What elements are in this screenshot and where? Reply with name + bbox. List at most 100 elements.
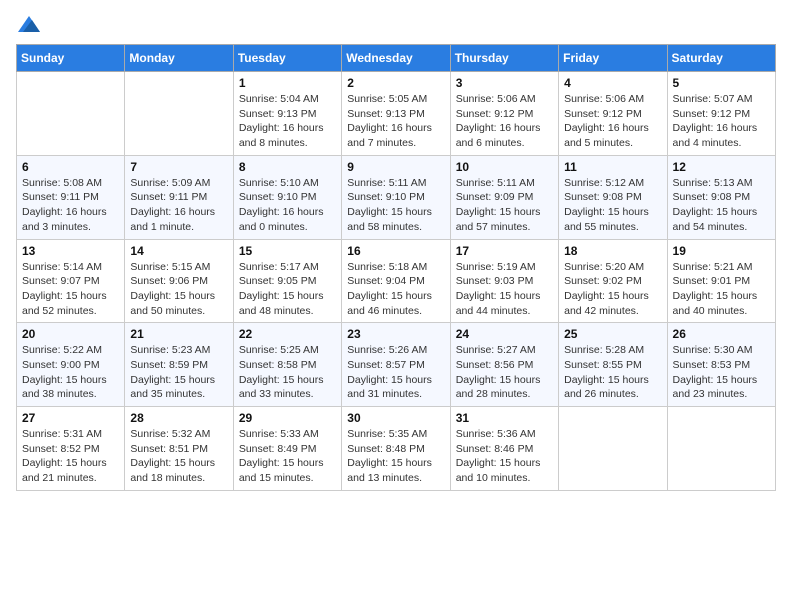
- column-header-saturday: Saturday: [667, 45, 775, 72]
- calendar-week-3: 13 Sunrise: 5:14 AMSunset: 9:07 PMDayligh…: [17, 239, 776, 323]
- day-info: Sunrise: 5:23 AMSunset: 8:59 PMDaylight:…: [130, 343, 227, 402]
- day-number: 16: [347, 244, 444, 258]
- day-number: 15: [239, 244, 336, 258]
- calendar-week-2: 6 Sunrise: 5:08 AMSunset: 9:11 PMDaylight…: [17, 155, 776, 239]
- day-number: 14: [130, 244, 227, 258]
- calendar-cell: 18Sunrise: 5:20 AMSunset: 9:02 PMDayligh…: [559, 239, 667, 323]
- calendar-cell: 16 Sunrise: 5:18 AMSunset: 9:04 PMDayligh…: [342, 239, 450, 323]
- day-info: Sunrise: 5:26 AMSunset: 8:57 PMDaylight:…: [347, 343, 444, 402]
- day-info: Sunrise: 5:30 AMSunset: 8:53 PMDaylight:…: [673, 343, 770, 402]
- calendar-cell: 28 Sunrise: 5:32 AMSunset: 8:51 PMDayligh…: [125, 407, 233, 491]
- day-info: Sunrise: 5:27 AMSunset: 8:56 PMDaylight:…: [456, 343, 553, 402]
- calendar-cell: 21Sunrise: 5:23 AMSunset: 8:59 PMDayligh…: [125, 323, 233, 407]
- column-header-monday: Monday: [125, 45, 233, 72]
- day-number: 27: [22, 411, 119, 425]
- calendar-cell: 10 Sunrise: 5:11 AMSunset: 9:09 PMDayligh…: [450, 155, 558, 239]
- calendar-cell: 4 Sunrise: 5:06 AMSunset: 9:12 PMDaylight…: [559, 72, 667, 156]
- day-info: Sunrise: 5:13 AMSunset: 9:08 PMDaylight:…: [673, 176, 770, 235]
- calendar-cell: [17, 72, 125, 156]
- column-header-friday: Friday: [559, 45, 667, 72]
- day-info: Sunrise: 5:14 AMSunset: 9:07 PMDaylight:…: [22, 260, 119, 319]
- day-info: Sunrise: 5:09 AMSunset: 9:11 PMDaylight:…: [130, 176, 227, 235]
- calendar-cell: 8Sunrise: 5:10 AMSunset: 9:10 PMDaylight…: [233, 155, 341, 239]
- day-info: Sunrise: 5:10 AMSunset: 9:10 PMDaylight:…: [239, 176, 336, 235]
- calendar-cell: 22Sunrise: 5:25 AMSunset: 8:58 PMDayligh…: [233, 323, 341, 407]
- logo-icon: [18, 16, 40, 32]
- day-number: 4: [564, 76, 661, 90]
- day-number: 9: [347, 160, 444, 174]
- calendar-week-4: 20 Sunrise: 5:22 AMSunset: 9:00 PMDayligh…: [17, 323, 776, 407]
- day-info: Sunrise: 5:33 AMSunset: 8:49 PMDaylight:…: [239, 427, 336, 486]
- calendar-cell: 24 Sunrise: 5:27 AMSunset: 8:56 PMDayligh…: [450, 323, 558, 407]
- calendar-cell: 1 Sunrise: 5:04 AMSunset: 9:13 PMDaylight…: [233, 72, 341, 156]
- day-info: Sunrise: 5:36 AMSunset: 8:46 PMDaylight:…: [456, 427, 553, 486]
- day-number: 10: [456, 160, 553, 174]
- calendar-cell: 11Sunrise: 5:12 AMSunset: 9:08 PMDayligh…: [559, 155, 667, 239]
- day-info: Sunrise: 5:11 AMSunset: 9:10 PMDaylight:…: [347, 176, 444, 235]
- day-info: Sunrise: 5:11 AMSunset: 9:09 PMDaylight:…: [456, 176, 553, 235]
- day-number: 11: [564, 160, 661, 174]
- calendar-cell: 29 Sunrise: 5:33 AMSunset: 8:49 PMDayligh…: [233, 407, 341, 491]
- calendar-cell: 31 Sunrise: 5:36 AMSunset: 8:46 PMDayligh…: [450, 407, 558, 491]
- day-number: 3: [456, 76, 553, 90]
- day-info: Sunrise: 5:07 AMSunset: 9:12 PMDaylight:…: [673, 92, 770, 151]
- calendar-cell: 9 Sunrise: 5:11 AMSunset: 9:10 PMDaylight…: [342, 155, 450, 239]
- calendar-cell: 30 Sunrise: 5:35 AMSunset: 8:48 PMDayligh…: [342, 407, 450, 491]
- calendar-cell: 14 Sunrise: 5:15 AMSunset: 9:06 PMDayligh…: [125, 239, 233, 323]
- day-number: 19: [673, 244, 770, 258]
- day-info: Sunrise: 5:32 AMSunset: 8:51 PMDaylight:…: [130, 427, 227, 486]
- day-info: Sunrise: 5:22 AMSunset: 9:00 PMDaylight:…: [22, 343, 119, 402]
- column-header-wednesday: Wednesday: [342, 45, 450, 72]
- day-info: Sunrise: 5:08 AMSunset: 9:11 PMDaylight:…: [22, 176, 119, 235]
- day-info: Sunrise: 5:21 AMSunset: 9:01 PMDaylight:…: [673, 260, 770, 319]
- day-info: Sunrise: 5:28 AMSunset: 8:55 PMDaylight:…: [564, 343, 661, 402]
- calendar-header-row: SundayMondayTuesdayWednesdayThursdayFrid…: [17, 45, 776, 72]
- day-number: 31: [456, 411, 553, 425]
- day-info: Sunrise: 5:06 AMSunset: 9:12 PMDaylight:…: [456, 92, 553, 151]
- calendar-cell: 15 Sunrise: 5:17 AMSunset: 9:05 PMDayligh…: [233, 239, 341, 323]
- logo: [16, 16, 40, 32]
- calendar-cell: 20 Sunrise: 5:22 AMSunset: 9:00 PMDayligh…: [17, 323, 125, 407]
- day-info: Sunrise: 5:19 AMSunset: 9:03 PMDaylight:…: [456, 260, 553, 319]
- day-info: Sunrise: 5:17 AMSunset: 9:05 PMDaylight:…: [239, 260, 336, 319]
- calendar-week-1: 1 Sunrise: 5:04 AMSunset: 9:13 PMDaylight…: [17, 72, 776, 156]
- calendar-cell: 3 Sunrise: 5:06 AMSunset: 9:12 PMDaylight…: [450, 72, 558, 156]
- day-info: Sunrise: 5:18 AMSunset: 9:04 PMDaylight:…: [347, 260, 444, 319]
- day-number: 6: [22, 160, 119, 174]
- day-number: 2: [347, 76, 444, 90]
- day-number: 30: [347, 411, 444, 425]
- calendar-cell: 23 Sunrise: 5:26 AMSunset: 8:57 PMDayligh…: [342, 323, 450, 407]
- calendar-cell: 25Sunrise: 5:28 AMSunset: 8:55 PMDayligh…: [559, 323, 667, 407]
- calendar-cell: 13 Sunrise: 5:14 AMSunset: 9:07 PMDayligh…: [17, 239, 125, 323]
- column-header-sunday: Sunday: [17, 45, 125, 72]
- calendar-cell: 7 Sunrise: 5:09 AMSunset: 9:11 PMDaylight…: [125, 155, 233, 239]
- column-header-thursday: Thursday: [450, 45, 558, 72]
- day-info: Sunrise: 5:35 AMSunset: 8:48 PMDaylight:…: [347, 427, 444, 486]
- day-number: 23: [347, 327, 444, 341]
- day-info: Sunrise: 5:15 AMSunset: 9:06 PMDaylight:…: [130, 260, 227, 319]
- day-number: 17: [456, 244, 553, 258]
- calendar-cell: 6 Sunrise: 5:08 AMSunset: 9:11 PMDaylight…: [17, 155, 125, 239]
- day-info: Sunrise: 5:25 AMSunset: 8:58 PMDaylight:…: [239, 343, 336, 402]
- day-number: 26: [673, 327, 770, 341]
- day-number: 12: [673, 160, 770, 174]
- day-number: 18: [564, 244, 661, 258]
- day-number: 29: [239, 411, 336, 425]
- page-header: [16, 16, 776, 32]
- day-number: 24: [456, 327, 553, 341]
- calendar-cell: 26 Sunrise: 5:30 AMSunset: 8:53 PMDayligh…: [667, 323, 775, 407]
- day-number: 13: [22, 244, 119, 258]
- day-info: Sunrise: 5:04 AMSunset: 9:13 PMDaylight:…: [239, 92, 336, 151]
- day-number: 1: [239, 76, 336, 90]
- calendar-cell: 2Sunrise: 5:05 AMSunset: 9:13 PMDaylight…: [342, 72, 450, 156]
- calendar-cell: [559, 407, 667, 491]
- day-number: 7: [130, 160, 227, 174]
- day-info: Sunrise: 5:31 AMSunset: 8:52 PMDaylight:…: [22, 427, 119, 486]
- calendar-cell: 19 Sunrise: 5:21 AMSunset: 9:01 PMDayligh…: [667, 239, 775, 323]
- day-number: 28: [130, 411, 227, 425]
- calendar-cell: 12 Sunrise: 5:13 AMSunset: 9:08 PMDayligh…: [667, 155, 775, 239]
- day-number: 20: [22, 327, 119, 341]
- calendar-cell: [667, 407, 775, 491]
- day-info: Sunrise: 5:06 AMSunset: 9:12 PMDaylight:…: [564, 92, 661, 151]
- calendar-table: SundayMondayTuesdayWednesdayThursdayFrid…: [16, 44, 776, 491]
